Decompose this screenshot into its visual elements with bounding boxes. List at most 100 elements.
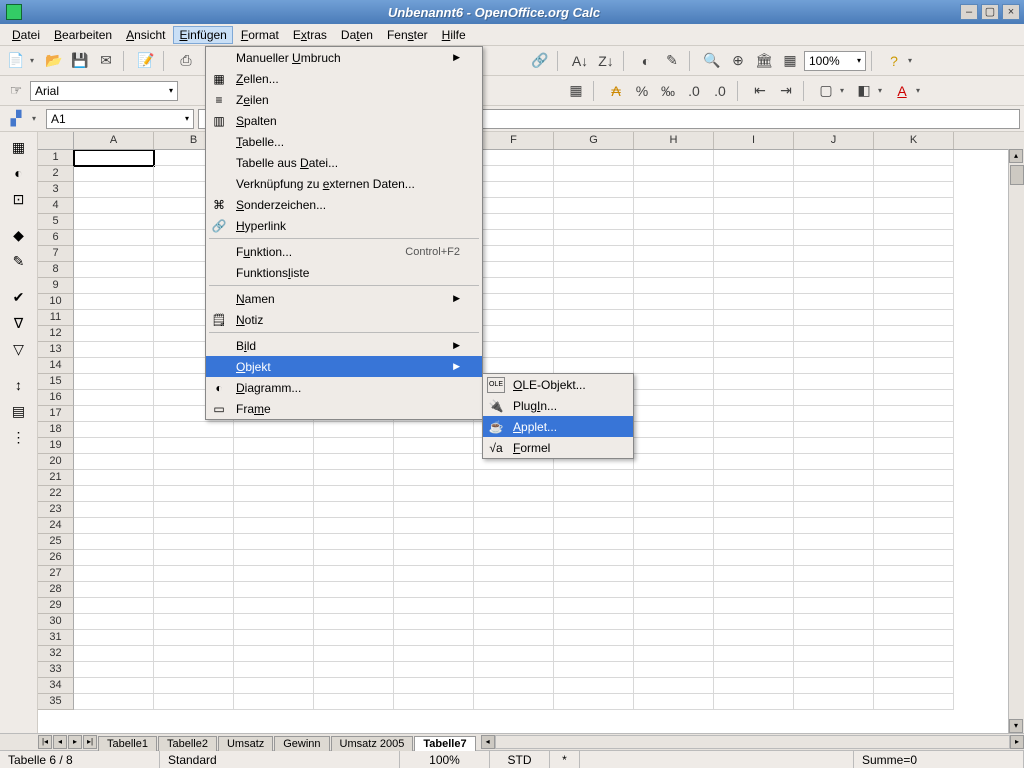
- cell[interactable]: [874, 662, 954, 678]
- cell[interactable]: [554, 582, 634, 598]
- cell[interactable]: [794, 150, 874, 166]
- column-header[interactable]: F: [474, 132, 554, 149]
- row-header[interactable]: 17: [38, 406, 74, 422]
- cell[interactable]: [394, 646, 474, 662]
- cell[interactable]: [874, 230, 954, 246]
- side-themes-icon[interactable]: ◆: [8, 224, 30, 246]
- cell[interactable]: [714, 566, 794, 582]
- cell[interactable]: [74, 518, 154, 534]
- cell[interactable]: [74, 438, 154, 454]
- cell[interactable]: [554, 198, 634, 214]
- cell[interactable]: [74, 550, 154, 566]
- cell[interactable]: [634, 518, 714, 534]
- menuitem-funktion-[interactable]: Funktion...Control+F2: [206, 241, 482, 262]
- cell[interactable]: [874, 518, 954, 534]
- cell[interactable]: [554, 694, 634, 710]
- cell[interactable]: [714, 326, 794, 342]
- cell[interactable]: [714, 198, 794, 214]
- cell[interactable]: [74, 502, 154, 518]
- menuitem-objekt[interactable]: Objekt▶: [206, 356, 482, 377]
- cell[interactable]: [314, 550, 394, 566]
- cell[interactable]: [634, 534, 714, 550]
- row-header[interactable]: 19: [38, 438, 74, 454]
- cell[interactable]: [794, 566, 874, 582]
- cell[interactable]: [394, 518, 474, 534]
- cell[interactable]: [634, 502, 714, 518]
- cell[interactable]: [74, 662, 154, 678]
- hyperlink-icon[interactable]: 🔗: [528, 49, 552, 73]
- save-button[interactable]: 💾: [68, 49, 92, 73]
- cell[interactable]: [394, 614, 474, 630]
- cell[interactable]: [474, 678, 554, 694]
- bgcolor-button[interactable]: ◧: [852, 79, 876, 103]
- cell[interactable]: [794, 582, 874, 598]
- cell[interactable]: [794, 662, 874, 678]
- cell[interactable]: [714, 182, 794, 198]
- menuitem-namen[interactable]: Namen▶: [206, 288, 482, 309]
- cell[interactable]: [74, 614, 154, 630]
- cell[interactable]: [714, 390, 794, 406]
- cell[interactable]: [154, 598, 234, 614]
- cell[interactable]: [234, 486, 314, 502]
- cell[interactable]: [634, 438, 714, 454]
- row-header[interactable]: 34: [38, 678, 74, 694]
- row-header[interactable]: 14: [38, 358, 74, 374]
- menuitem-diagramm-[interactable]: ◐Diagramm...: [206, 377, 482, 398]
- row-header[interactable]: 20: [38, 454, 74, 470]
- cell[interactable]: [154, 662, 234, 678]
- cell[interactable]: [474, 342, 554, 358]
- cell[interactable]: [74, 182, 154, 198]
- side-autofilter-icon[interactable]: ∇: [8, 312, 30, 334]
- cell[interactable]: [634, 566, 714, 582]
- row-header[interactable]: 21: [38, 470, 74, 486]
- cell[interactable]: [474, 182, 554, 198]
- cell[interactable]: [634, 470, 714, 486]
- cell[interactable]: [394, 630, 474, 646]
- cell[interactable]: [554, 166, 634, 182]
- cell[interactable]: [154, 534, 234, 550]
- edit-doc-button[interactable]: 📝: [134, 49, 158, 73]
- add-decimal-button[interactable]: .0: [682, 79, 706, 103]
- menuitem-hyperlink[interactable]: 🔗Hyperlink: [206, 215, 482, 236]
- cell[interactable]: [794, 262, 874, 278]
- cell[interactable]: [794, 454, 874, 470]
- borders-dropdown-arrow[interactable]: ▾: [840, 86, 850, 95]
- cell[interactable]: [634, 678, 714, 694]
- cell[interactable]: [794, 246, 874, 262]
- cell[interactable]: [554, 614, 634, 630]
- cell[interactable]: [154, 518, 234, 534]
- menu-fenster[interactable]: Fenster: [381, 26, 434, 44]
- cell[interactable]: [74, 294, 154, 310]
- cell[interactable]: [474, 630, 554, 646]
- row-header[interactable]: 31: [38, 630, 74, 646]
- cell[interactable]: [154, 454, 234, 470]
- cell[interactable]: [474, 262, 554, 278]
- cell[interactable]: [234, 678, 314, 694]
- row-header[interactable]: 35: [38, 694, 74, 710]
- cell[interactable]: [234, 582, 314, 598]
- gallery-button[interactable]: 🏛: [752, 49, 776, 73]
- menu-daten[interactable]: Daten: [335, 26, 379, 44]
- cell[interactable]: [474, 486, 554, 502]
- menu-format[interactable]: Format: [235, 26, 285, 44]
- cell[interactable]: [714, 486, 794, 502]
- cell[interactable]: [714, 502, 794, 518]
- row-header[interactable]: 30: [38, 614, 74, 630]
- cell[interactable]: [74, 390, 154, 406]
- cell[interactable]: [794, 214, 874, 230]
- row-header[interactable]: 26: [38, 550, 74, 566]
- row-header[interactable]: 1: [38, 150, 74, 166]
- cell[interactable]: [874, 390, 954, 406]
- cell[interactable]: [554, 246, 634, 262]
- row-header[interactable]: 23: [38, 502, 74, 518]
- cell[interactable]: [874, 598, 954, 614]
- cell[interactable]: [74, 470, 154, 486]
- cell[interactable]: [74, 262, 154, 278]
- cell[interactable]: [874, 454, 954, 470]
- cell[interactable]: [554, 294, 634, 310]
- cell[interactable]: [314, 566, 394, 582]
- cell[interactable]: [634, 262, 714, 278]
- row-header[interactable]: 12: [38, 326, 74, 342]
- cell[interactable]: [634, 630, 714, 646]
- decrease-indent-button[interactable]: ⇤: [748, 79, 772, 103]
